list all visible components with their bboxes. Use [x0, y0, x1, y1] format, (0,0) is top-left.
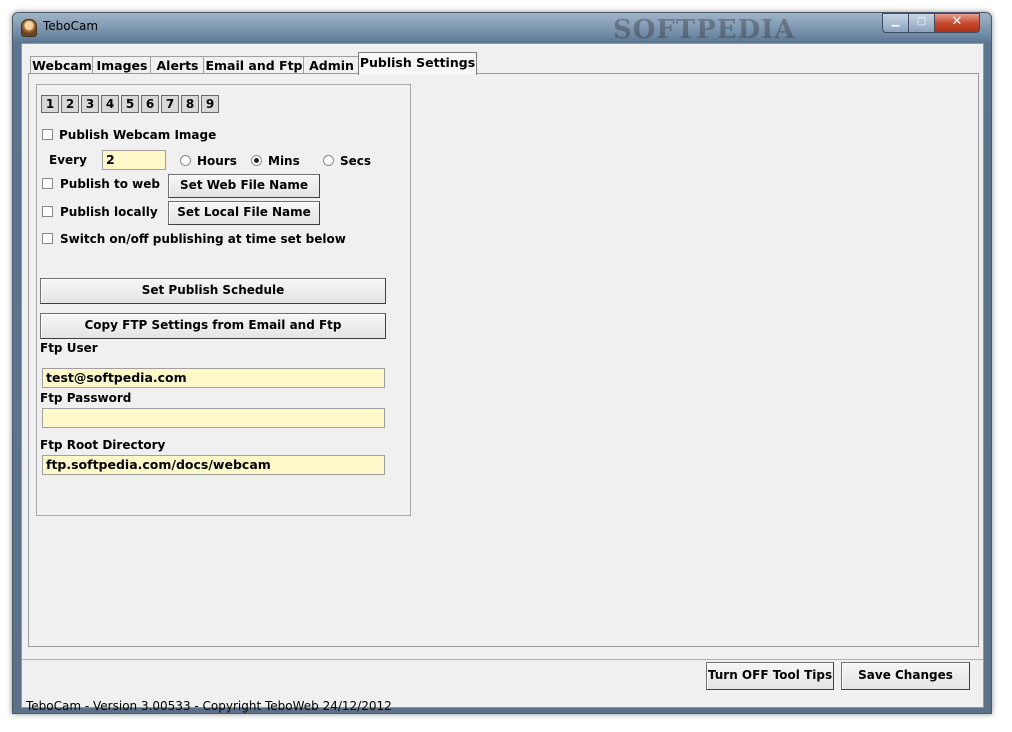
set-web-file-name-button[interactable]: Set Web File Name — [168, 174, 320, 198]
ftp-user-label: Ftp User — [40, 341, 98, 355]
secs-radio[interactable] — [323, 155, 334, 166]
switch-publishing-label: Switch on/off publishing at time set bel… — [60, 232, 346, 246]
webcam-8-button[interactable]: 8 — [181, 95, 199, 113]
tab-publish-settings[interactable]: Publish Settings — [358, 52, 477, 75]
set-publish-schedule-button[interactable]: Set Publish Schedule — [40, 278, 386, 304]
ftp-password-input[interactable] — [42, 408, 385, 428]
ftp-user-input[interactable]: test@softpedia.com — [42, 368, 385, 388]
publish-locally-checkbox[interactable] — [42, 206, 53, 217]
footer-divider — [22, 659, 983, 660]
minimize-icon: ▁ — [891, 16, 900, 27]
every-interval-input[interactable]: 2 — [102, 150, 166, 170]
publish-webcam-image-checkbox[interactable] — [42, 129, 53, 140]
window-title: TeboCam — [43, 19, 99, 33]
secs-label: Secs — [340, 154, 372, 168]
hours-label: Hours — [197, 154, 237, 168]
maximize-icon: □ — [916, 16, 927, 27]
webcam-9-button[interactable]: 9 — [201, 95, 219, 113]
publish-groupbox: 1 2 3 4 5 6 7 8 9 Publish Webcam Image E… — [36, 84, 411, 516]
status-bar-text: TeboCam - Version 3.00533 - Copyright Te… — [26, 699, 392, 713]
copy-ftp-settings-button[interactable]: Copy FTP Settings from Email and Ftp — [40, 313, 386, 339]
webcam-5-button[interactable]: 5 — [121, 95, 139, 113]
hours-radio[interactable] — [180, 155, 191, 166]
switch-publishing-checkbox[interactable] — [42, 233, 53, 244]
ftp-root-directory-label: Ftp Root Directory — [40, 438, 166, 452]
tebocam-app-icon — [21, 19, 37, 37]
minimize-button[interactable]: ▁ — [882, 13, 909, 33]
every-label: Every — [49, 153, 87, 167]
publish-to-web-label: Publish to web — [60, 177, 160, 191]
publish-locally-label: Publish locally — [60, 205, 158, 219]
webcam-2-button[interactable]: 2 — [61, 95, 79, 113]
ftp-root-directory-input[interactable]: ftp.softpedia.com/docs/webcam — [42, 455, 385, 475]
webcam-4-button[interactable]: 4 — [101, 95, 119, 113]
publish-webcam-image-label: Publish Webcam Image — [59, 128, 217, 142]
turn-off-tool-tips-button[interactable]: Turn OFF Tool Tips — [706, 662, 834, 690]
webcam-6-button[interactable]: 6 — [141, 95, 159, 113]
watermark: SOFTPEDIA — [613, 15, 796, 45]
set-local-file-name-button[interactable]: Set Local File Name — [168, 201, 320, 225]
webcam-1-button[interactable]: 1 — [41, 95, 59, 113]
maximize-button[interactable]: □ — [908, 13, 935, 33]
publish-to-web-checkbox[interactable] — [42, 178, 53, 189]
webcam-3-button[interactable]: 3 — [81, 95, 99, 113]
webcam-7-button[interactable]: 7 — [161, 95, 179, 113]
client-area: Webcam Images Alerts Email and Ftp Admin… — [21, 43, 984, 713]
close-icon: ✕ — [951, 14, 963, 29]
close-button[interactable]: ✕ — [934, 13, 980, 33]
publish-settings-panel: 1 2 3 4 5 6 7 8 9 Publish Webcam Image E… — [28, 73, 979, 647]
title-bar[interactable]: TeboCam SOFTPEDIA ▁ □ ✕ — [13, 13, 991, 45]
mins-radio[interactable] — [251, 155, 262, 166]
mins-label: Mins — [268, 154, 300, 168]
app-window: TeboCam SOFTPEDIA ▁ □ ✕ Webcam Images Al… — [12, 12, 992, 714]
ftp-password-label: Ftp Password — [40, 391, 132, 405]
save-changes-button[interactable]: Save Changes — [841, 662, 970, 690]
